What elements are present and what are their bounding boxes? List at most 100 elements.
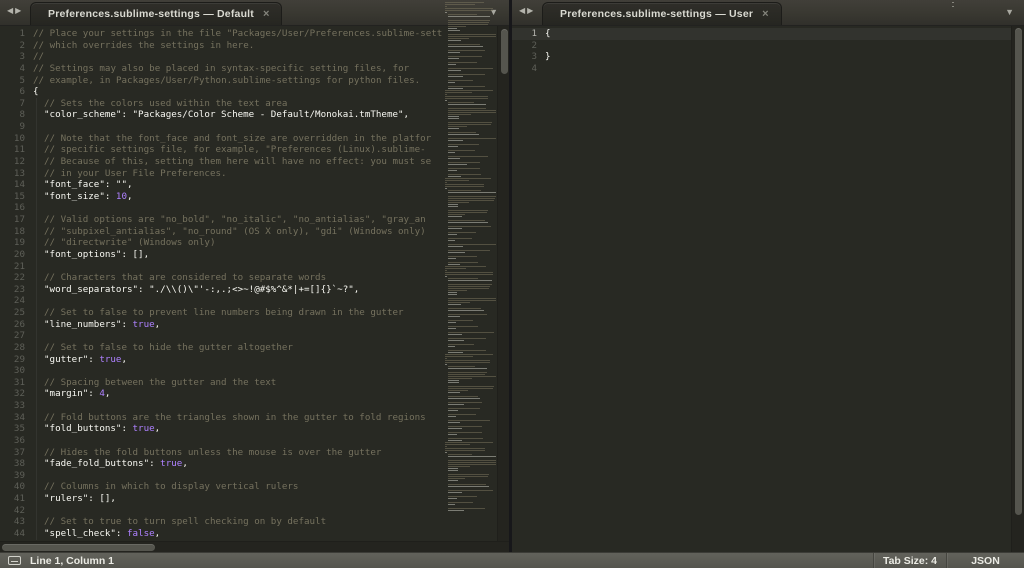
token-comment: // "directwrite" (Windows only): [44, 237, 215, 248]
editor-default-settings[interactable]: 1// Place your settings in the file "Pac…: [0, 26, 510, 541]
minimap-left[interactable]: [443, 2, 497, 515]
token-constant: 10: [116, 191, 127, 202]
code-line[interactable]: 35"fold_buttons": true,: [0, 423, 510, 435]
code-line[interactable]: 39: [0, 470, 510, 482]
line-number: 8: [0, 109, 25, 121]
indent-guide: [36, 226, 37, 238]
code-line[interactable]: 41"rulers": [],: [0, 493, 510, 505]
close-icon[interactable]: ×: [762, 8, 768, 20]
code-line[interactable]: 30: [0, 365, 510, 377]
code-line[interactable]: 19 // "directwrite" (Windows only): [0, 237, 510, 249]
code-line[interactable]: 1{: [512, 28, 1024, 40]
token-comment: // Valid options are "no_bold", "no_ital…: [44, 214, 426, 225]
code-line[interactable]: 9: [0, 121, 510, 133]
code-line[interactable]: 17// Valid options are "no_bold", "no_it…: [0, 214, 510, 226]
code-line[interactable]: 31// Spacing between the gutter and the …: [0, 377, 510, 389]
code-line[interactable]: 34// Fold buttons are the triangles show…: [0, 412, 510, 424]
code-line[interactable]: 4// Settings may also be placed in synta…: [0, 63, 510, 75]
code-line[interactable]: 26"line_numbers": true,: [0, 319, 510, 331]
syntax-selector[interactable]: JSON: [946, 553, 1024, 568]
token-plain: "fade_fold_buttons":: [44, 458, 160, 469]
code-line[interactable]: 10// Note that the font_face and font_si…: [0, 133, 510, 145]
tab-size-selector[interactable]: Tab Size: 4: [873, 553, 946, 568]
indent-guide: [36, 133, 37, 145]
code-line[interactable]: 11// specific settings file, for example…: [0, 144, 510, 156]
tab-nav-arrows[interactable]: ◀▶: [519, 6, 535, 15]
indent-guide: [36, 435, 37, 447]
tab-preferences-default[interactable]: Preferences.sublime-settings — Default ×: [30, 2, 282, 25]
code-line[interactable]: 15"font_size": 10,: [0, 191, 510, 203]
code-line[interactable]: 4: [512, 63, 1024, 75]
code-line[interactable]: 3}: [512, 51, 1024, 63]
editor-user-settings[interactable]: 1{23}4: [512, 26, 1024, 552]
code-line[interactable]: 2// which overrides the settings in here…: [0, 40, 510, 52]
scrollbar-thumb[interactable]: [501, 29, 508, 74]
code-line[interactable]: 24: [0, 295, 510, 307]
code-text: // Characters that are considered to sep…: [33, 272, 326, 284]
token-plain: ,: [121, 354, 127, 365]
code-line[interactable]: 28// Set to false to hide the gutter alt…: [0, 342, 510, 354]
code-line[interactable]: 40 // Columns in which to display vertica…: [0, 481, 510, 493]
code-line[interactable]: 2: [512, 40, 1024, 52]
line-number: 19: [0, 237, 25, 249]
indent-guide: [36, 330, 37, 342]
code-line[interactable]: 44"spell_check": false,: [0, 528, 510, 540]
code-line[interactable]: 12// Because of this, setting them here …: [0, 156, 510, 168]
next-tab-icon[interactable]: ▶: [527, 6, 535, 15]
indent-guide: [36, 365, 37, 377]
code-line[interactable]: 14"font_face": "",: [0, 179, 510, 191]
code-lines-right[interactable]: 1{23}4: [512, 28, 1024, 75]
tab-preferences-user[interactable]: Preferences.sublime-settings — User ×: [542, 2, 782, 25]
code-line[interactable]: 5// example, in Packages/User/Python.sub…: [0, 75, 510, 87]
code-line[interactable]: 25// Set to false to prevent line number…: [0, 307, 510, 319]
code-line[interactable]: 16: [0, 202, 510, 214]
prev-tab-icon[interactable]: ◀: [519, 6, 527, 15]
code-line[interactable]: 37// Hides the fold buttons unless the m…: [0, 447, 510, 459]
token-constant: true: [133, 423, 155, 434]
line-number: 15: [0, 191, 25, 203]
vertical-scrollbar-right[interactable]: [1011, 26, 1024, 552]
token-plain: "gutter":: [44, 354, 99, 365]
code-lines-left[interactable]: 1// Place your settings in the file "Pac…: [0, 28, 510, 540]
code-line[interactable]: 36: [0, 435, 510, 447]
code-line[interactable]: 43// Set to true to turn spell checking …: [0, 516, 510, 528]
code-line[interactable]: 1// Place your settings in the file "Pac…: [0, 28, 510, 40]
token-constant: true: [133, 319, 155, 330]
code-text: "gutter": true,: [33, 354, 127, 366]
line-number: 40: [0, 481, 25, 493]
code-line[interactable]: 23"word_separators": "./\\()\"'-:,.;<>~!…: [0, 284, 510, 296]
token-comment: // Set to false to prevent line numbers …: [44, 307, 404, 318]
close-icon[interactable]: ×: [263, 8, 269, 20]
code-line[interactable]: 38"fade_fold_buttons": true,: [0, 458, 510, 470]
code-line[interactable]: 13// in your User File Preferences.: [0, 168, 510, 180]
code-line[interactable]: 22// Characters that are considered to s…: [0, 272, 510, 284]
indent-guide: [36, 458, 37, 470]
tab-nav-arrows[interactable]: ◀▶: [7, 6, 23, 15]
code-line[interactable]: 8"color_scheme": "Packages/Color Scheme …: [0, 109, 510, 121]
code-line[interactable]: 33: [0, 400, 510, 412]
code-line[interactable]: 32"margin": 4,: [0, 388, 510, 400]
horizontal-scrollbar-left[interactable]: [0, 541, 510, 552]
code-line[interactable]: 3//: [0, 51, 510, 63]
code-line[interactable]: 6{: [0, 86, 510, 98]
line-number: 44: [0, 528, 25, 540]
code-line[interactable]: 20"font_options": [],: [0, 249, 510, 261]
code-line[interactable]: 18// "subpixel_antialias", "no_round" (O…: [0, 226, 510, 238]
line-number: 39: [0, 470, 25, 482]
tab-label: Preferences.sublime-settings — Default: [48, 8, 254, 20]
scrollbar-thumb[interactable]: [1015, 28, 1022, 515]
code-line[interactable]: 7// Sets the colors used within the text…: [0, 98, 510, 110]
code-line[interactable]: 42: [0, 505, 510, 517]
spell-check-icon[interactable]: [8, 556, 21, 565]
code-line[interactable]: 27: [0, 330, 510, 342]
code-text: // Hides the fold buttons unless the mou…: [33, 447, 381, 459]
code-line[interactable]: 21: [0, 261, 510, 273]
code-text: // Columns in which to display vertical …: [33, 481, 298, 493]
code-text: "word_separators": "./\\()\"'-:,.;<>~!@#…: [33, 284, 359, 296]
scrollbar-thumb[interactable]: [2, 544, 155, 551]
prev-tab-icon[interactable]: ◀: [7, 6, 15, 15]
code-text: "font_face": "",: [33, 179, 133, 191]
code-line[interactable]: 29"gutter": true,: [0, 354, 510, 366]
next-tab-icon[interactable]: ▶: [15, 6, 23, 15]
minimap-right[interactable]: [950, 2, 1008, 515]
